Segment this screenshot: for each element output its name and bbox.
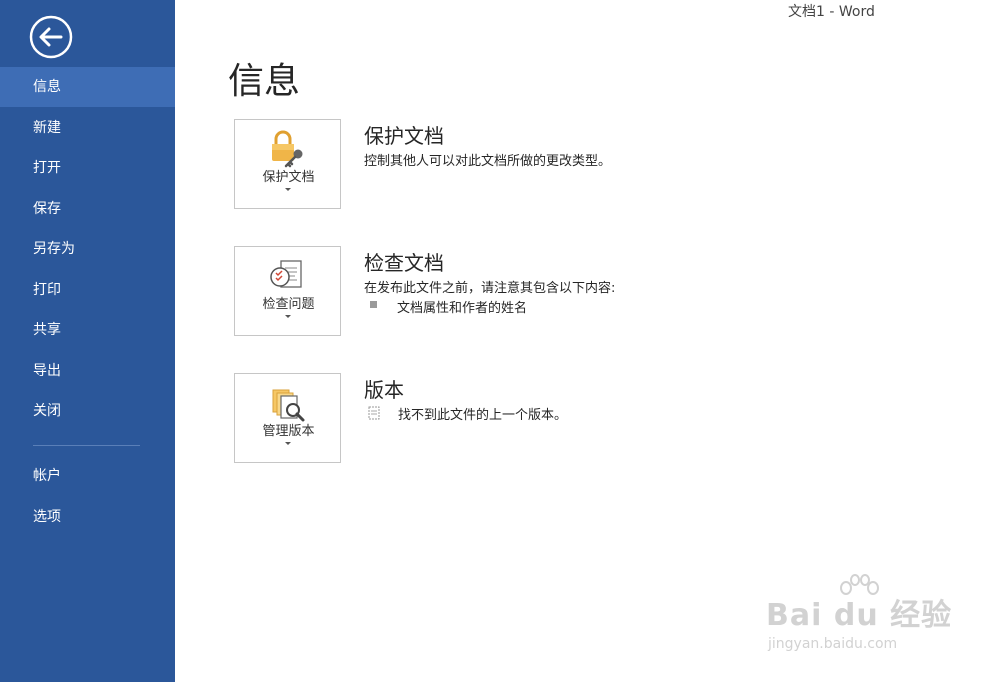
page-title: 信息 [228,61,301,102]
inspect-document-description: 在发布此文件之前，请注意其包含以下内容: [364,281,616,296]
sidebar-divider [33,445,140,446]
bullet-square-icon [370,301,377,308]
sidebar-item-info[interactable]: 信息 [0,67,175,107]
back-button[interactable] [28,14,74,60]
protect-document-heading: 保护文档 [364,124,444,148]
sidebar-item-new[interactable]: 新建 [0,108,175,148]
check-for-issues-label: 检查问题 [262,297,315,312]
inspect-document-heading: 检查文档 [364,251,444,275]
protect-document-description: 控制其他人可以对此文档所做的更改类型。 [364,154,612,169]
chevron-down-icon [285,315,291,318]
sidebar-item-options[interactable]: 选项 [0,497,175,537]
sidebar-item-open[interactable]: 打开 [0,148,175,188]
chevron-down-icon [285,188,291,191]
protect-document-label: 保护文档 [262,170,315,185]
sidebar-item-print[interactable]: 打印 [0,270,175,310]
watermark-brand: Bai du 经验 [766,598,953,633]
sidebar-item-save[interactable]: 保存 [0,189,175,229]
back-arrow-icon [29,15,73,59]
sidebar-item-share[interactable]: 共享 [0,310,175,350]
sidebar-item-account[interactable]: 帐户 [0,456,175,496]
window-title: 文档1 - Word [788,4,875,20]
versions-heading: 版本 [364,378,404,402]
versions-description: 找不到此文件的上一个版本。 [398,408,568,423]
chevron-down-icon [285,442,291,445]
manage-versions-button[interactable]: 管理版本 [234,373,341,463]
manage-versions-icon [272,389,305,422]
document-versions-icon [368,406,380,420]
protect-document-button[interactable]: 保护文档 [234,119,341,209]
sidebar-item-save-as[interactable]: 另存为 [0,229,175,269]
check-for-issues-button[interactable]: 检查问题 [234,246,341,336]
inspect-document-bullet: 文档属性和作者的姓名 [397,301,528,316]
backstage-sidebar: 信息 新建 打开 保存 另存为 打印 共享 导出 关闭 帐户 选项 [0,0,175,682]
sidebar-item-close[interactable]: 关闭 [0,391,175,431]
lock-key-icon [272,130,303,168]
manage-versions-label: 管理版本 [262,424,315,439]
sidebar-item-export[interactable]: 导出 [0,351,175,391]
inspect-document-icon [270,260,302,288]
watermark-url: jingyan.baidu.com [768,636,898,652]
